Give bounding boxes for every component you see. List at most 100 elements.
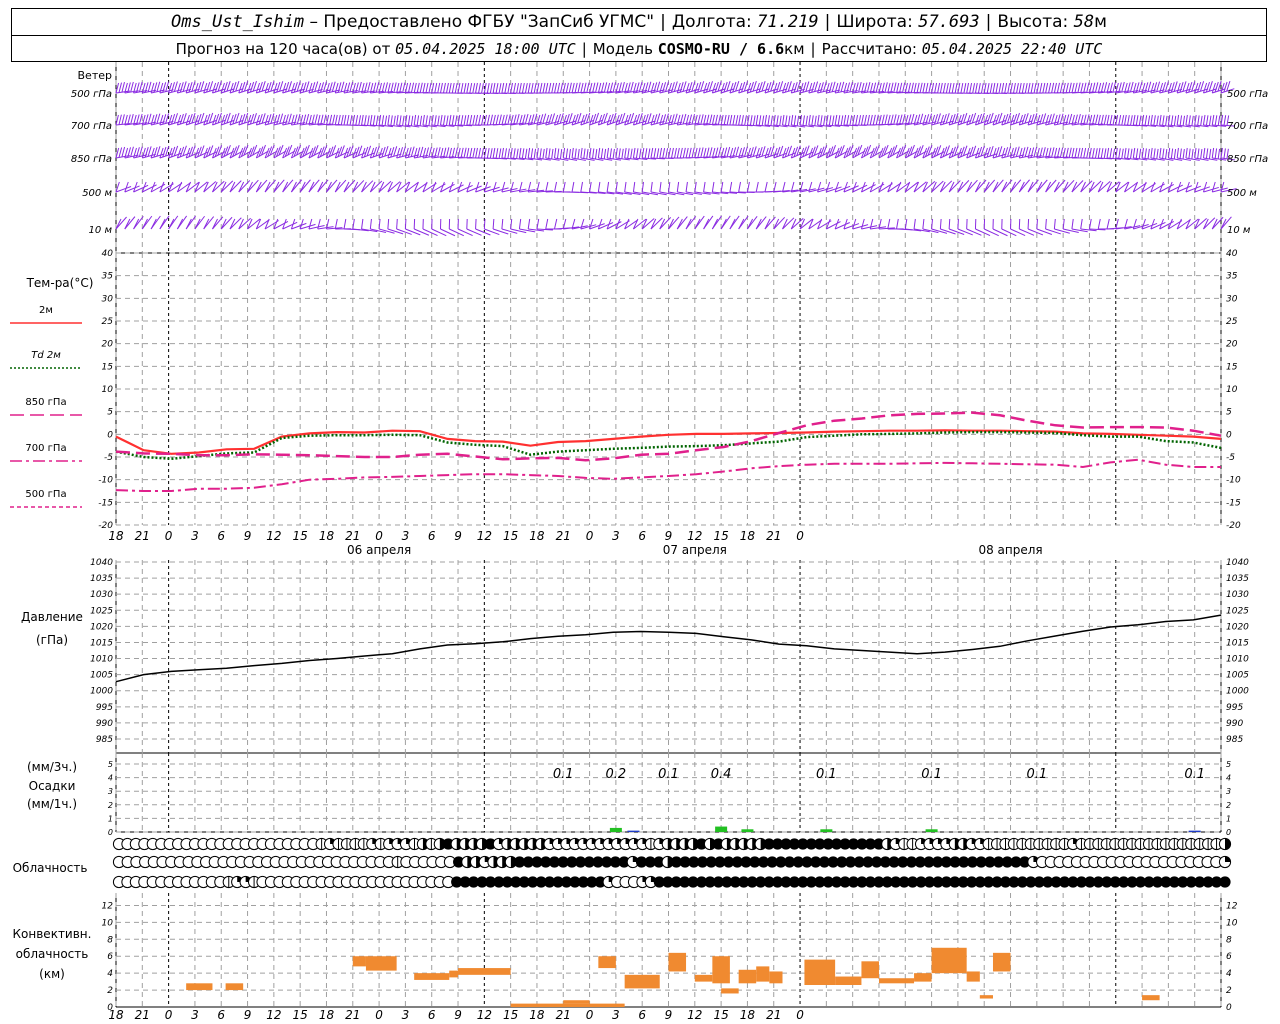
wind-barb: [992, 228, 1008, 237]
wind-barb-feather: [974, 82, 978, 94]
wind-barb-feather: [916, 82, 920, 94]
wind-barb: [992, 179, 1004, 193]
wind-barb-feather: [662, 148, 666, 159]
wind-barb-feather: [738, 147, 743, 159]
convective-bar: [804, 959, 836, 985]
wind-barb-feather: [1024, 83, 1028, 94]
wind-barb-feather: [1033, 146, 1038, 158]
x-tick-label: 21: [556, 529, 571, 543]
wind-barb-feather: [1053, 114, 1058, 126]
wind-barb-feather: [647, 81, 652, 92]
wind-barb-feather: [162, 82, 167, 93]
wind-barb-feather: [574, 82, 578, 93]
wind-barb-feather: [425, 115, 428, 126]
wind-barb-feather: [1089, 181, 1095, 193]
wind-barb-feather: [901, 114, 906, 125]
wind-barb-feather: [919, 82, 923, 93]
wind-barb-feather: [843, 114, 847, 126]
wind-barb: [940, 228, 956, 235]
wind-barb-feather: [361, 218, 364, 230]
precip-bar: [741, 829, 754, 832]
wind-level-label-right: 500 гПа: [1227, 89, 1268, 100]
wind-barb-feather: [1106, 218, 1110, 230]
y-tick-label-left: -5: [104, 453, 113, 463]
wind-barb-feather: [1021, 147, 1026, 158]
wind-barb-feather: [1118, 148, 1121, 159]
wind-barb-feather: [1191, 115, 1194, 126]
wind-barb-feather: [1135, 115, 1139, 126]
y-tick-label-right: 40: [1226, 249, 1238, 259]
x-tick-label: 9: [665, 529, 673, 543]
y-tick-label-left: 4: [107, 969, 113, 979]
y-tick-label-right: 0: [1226, 1003, 1232, 1013]
y-tick-label-left: 995: [96, 703, 113, 713]
x-tick-label-bottom: 15: [293, 1008, 308, 1022]
wind-barb-feather: [846, 82, 851, 93]
wind-barb-feather: [688, 147, 692, 158]
wind-barb-feather: [635, 148, 639, 159]
wind-barb-feather: [1156, 115, 1159, 126]
x-tick-label: 0: [165, 529, 173, 543]
precip-amount-label: 0.1: [658, 767, 679, 782]
wind-barb-feather: [1132, 147, 1136, 159]
wind-barb-feather: [1150, 82, 1155, 94]
y-tick-label-right: 1020: [1226, 622, 1249, 632]
wind-level-label-right: 500 м: [1227, 188, 1257, 199]
wind-barb-feather: [349, 115, 353, 126]
wind-barb-feather: [732, 114, 736, 126]
wind-barb-feather: [925, 82, 929, 94]
y-tick-label-right: 1030: [1226, 590, 1249, 600]
wind-barb-feather: [714, 114, 718, 125]
wind-barb: [115, 216, 127, 230]
precip-title: Осадки: [29, 779, 76, 793]
convective-bar: [966, 971, 980, 982]
wind-barb-feather: [969, 83, 973, 94]
wind-barb: [431, 228, 447, 237]
wind-barb-feather: [1074, 147, 1078, 159]
wind-barb-feather: [501, 181, 506, 193]
wind-barb-feather: [527, 82, 531, 94]
wind-barb-feather: [902, 82, 906, 93]
wind-barb-feather: [507, 114, 511, 125]
wind-barb: [299, 179, 311, 193]
wind-barb-feather: [805, 81, 810, 92]
wind-barb-feather: [1103, 148, 1107, 159]
wind-barb-feather: [1202, 114, 1206, 126]
x-tick-label: 6: [638, 529, 646, 543]
wind-barb-feather: [621, 81, 625, 93]
wind-barb-feather: [442, 115, 446, 126]
wind-barb-feather: [1018, 82, 1022, 94]
y-tick-label-left: 990: [96, 719, 113, 729]
wind-barb-feather: [624, 147, 627, 159]
wind-barb-feather: [472, 115, 476, 126]
cloud-symbol-fill: [1225, 856, 1231, 862]
x-tick-label-bottom: 15: [503, 1008, 518, 1022]
wind-barb-feather: [855, 114, 859, 126]
wind-barb-feather: [1197, 148, 1200, 159]
wind-barb-feather: [790, 114, 794, 126]
wind-barb-feather: [340, 81, 345, 92]
wind-barb-feather: [729, 181, 733, 193]
wind-barb-feather: [1132, 218, 1137, 230]
wind-barb-feather: [764, 114, 767, 126]
wind-barb-feather: [811, 82, 816, 93]
wind-barb-feather: [966, 82, 970, 94]
wind-barb-feather: [875, 114, 879, 125]
wind-barb-feather: [1124, 147, 1127, 159]
y-tick-label-left: 5: [108, 760, 113, 769]
wind-barb-feather: [939, 218, 942, 230]
wind-barb-feather: [1144, 115, 1148, 126]
wind-barb-feather: [726, 146, 731, 158]
wind-barb-feather: [1179, 148, 1182, 159]
y-tick-label-left: -10: [98, 476, 113, 486]
wind-barb-feather: [317, 218, 321, 230]
wind-barb-feather: [834, 114, 838, 126]
x-tick-label: 3: [612, 529, 620, 543]
wind-barb-feather: [159, 82, 164, 94]
cloudiness-title: Облачность: [13, 861, 88, 875]
wind-barb-feather: [580, 218, 585, 230]
y-tick-label-right: 30: [1226, 294, 1238, 304]
x-tick-label-bottom: 18: [529, 1008, 545, 1022]
wind-barb-feather: [501, 114, 505, 126]
wind-barb-feather: [410, 115, 414, 126]
